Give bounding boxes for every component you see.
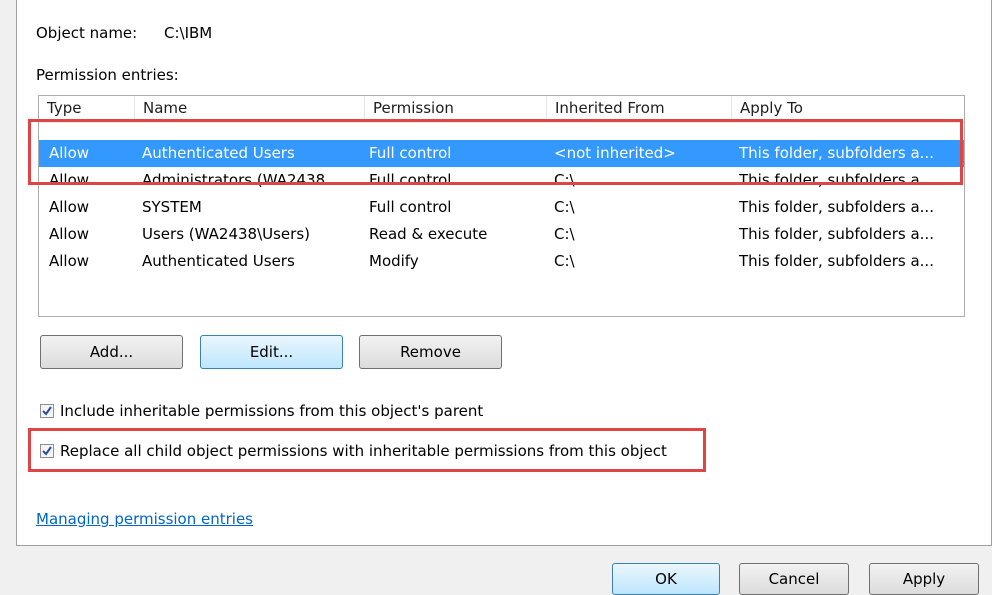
- table-row[interactable]: Allow Administrators (WA2438... Full con…: [39, 167, 964, 194]
- row-apply-to: This folder, subfolders a...: [739, 171, 934, 189]
- object-name-value: C:\IBM: [164, 24, 213, 42]
- row-apply-to: This folder, subfolders a...: [739, 225, 934, 243]
- ok-button[interactable]: OK: [612, 563, 720, 595]
- row-name: Authenticated Users: [142, 144, 295, 162]
- apply-button[interactable]: Apply: [869, 563, 979, 595]
- row-name: SYSTEM: [142, 198, 202, 216]
- object-name-label: Object name:: [36, 24, 138, 42]
- list-header: Type Name Permission Inherited From Appl…: [39, 96, 964, 123]
- permission-entries-list[interactable]: Type Name Permission Inherited From Appl…: [38, 95, 965, 317]
- row-inherited-from: C:\: [554, 198, 575, 216]
- table-row[interactable]: Allow Users (WA2438\Users) Read & execut…: [39, 221, 964, 248]
- add-button[interactable]: Add...: [40, 335, 183, 369]
- row-type: Allow: [49, 144, 90, 162]
- cancel-button[interactable]: Cancel: [739, 563, 849, 595]
- include-inheritable-checkbox[interactable]: [40, 404, 54, 418]
- row-permission: Full control: [369, 144, 452, 162]
- row-inherited-from: C:\: [554, 252, 575, 270]
- table-row[interactable]: Allow Authenticated Users Full control <…: [39, 140, 964, 167]
- edit-button[interactable]: Edit...: [200, 335, 343, 369]
- column-header-permission[interactable]: Permission: [365, 96, 547, 122]
- row-type: Allow: [49, 252, 90, 270]
- replace-child-label: Replace all child object permissions wit…: [60, 442, 667, 460]
- include-inheritable-label: Include inheritable permissions from thi…: [60, 402, 484, 420]
- row-apply-to: This folder, subfolders a...: [739, 252, 934, 270]
- column-header-name[interactable]: Name: [135, 96, 365, 122]
- row-apply-to: This folder, subfolders a...: [739, 198, 934, 216]
- column-header-inherited-from[interactable]: Inherited From: [547, 96, 732, 122]
- column-header-apply-to[interactable]: Apply To: [732, 96, 964, 122]
- row-inherited-from: C:\: [554, 225, 575, 243]
- table-row[interactable]: Allow Authenticated Users Modify C:\ Thi…: [39, 248, 964, 275]
- row-type: Allow: [49, 171, 90, 189]
- managing-permission-entries-link[interactable]: Managing permission entries: [36, 510, 253, 528]
- row-name: Administrators (WA2438...: [142, 171, 340, 189]
- row-type: Allow: [49, 225, 90, 243]
- row-type: Allow: [49, 198, 90, 216]
- row-apply-to: This folder, subfolders a...: [739, 144, 934, 162]
- check-icon: [42, 446, 52, 456]
- row-inherited-from: <not inherited>: [554, 144, 676, 162]
- table-row[interactable]: Allow SYSTEM Full control C:\ This folde…: [39, 194, 964, 221]
- row-permission: Full control: [369, 171, 452, 189]
- row-permission: Modify: [369, 252, 419, 270]
- column-header-type[interactable]: Type: [39, 96, 135, 122]
- replace-child-option[interactable]: Replace all child object permissions wit…: [40, 442, 667, 460]
- include-inheritable-option[interactable]: Include inheritable permissions from thi…: [40, 402, 483, 420]
- row-permission: Read & execute: [369, 225, 488, 243]
- permission-entries-label: Permission entries:: [36, 66, 179, 84]
- row-inherited-from: C:\: [554, 171, 575, 189]
- row-permission: Full control: [369, 198, 452, 216]
- row-name: Authenticated Users: [142, 252, 295, 270]
- check-icon: [42, 406, 52, 416]
- replace-child-checkbox[interactable]: [40, 444, 54, 458]
- row-name: Users (WA2438\Users): [142, 225, 310, 243]
- remove-button[interactable]: Remove: [359, 335, 502, 369]
